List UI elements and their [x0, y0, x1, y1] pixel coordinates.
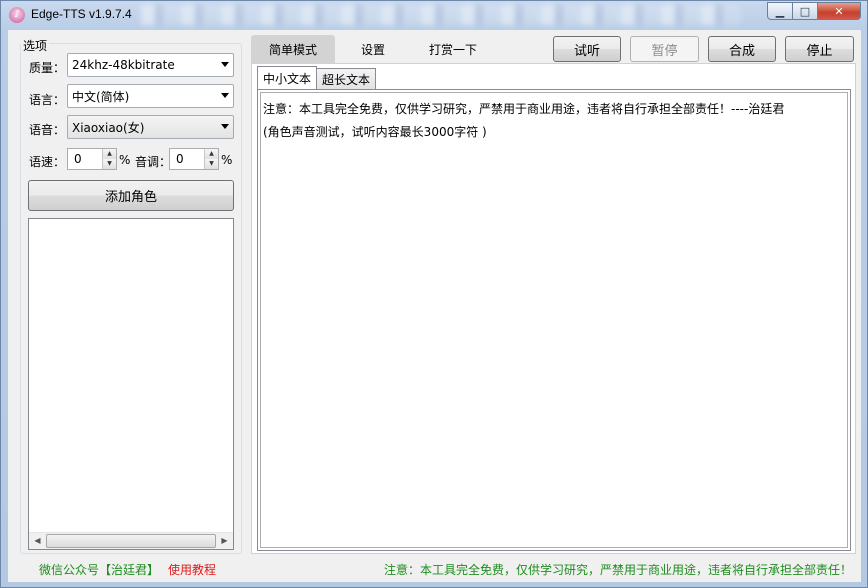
options-group-label: 选项: [21, 37, 50, 54]
synthesize-button[interactable]: 合成: [708, 36, 776, 62]
voice-label: 语音：: [29, 123, 66, 137]
role-listbox[interactable]: ◀ ▶: [28, 218, 234, 550]
short-text-page: 注意：本工具完全免费，仅供学习研究，严禁用于商业用途，违者将自行承担全部责任！-…: [257, 89, 851, 551]
title-bar[interactable]: ♪ Edge-TTS v1.9.7.4 ▁ □ ✕: [1, 1, 867, 29]
preview-button[interactable]: 试听: [553, 36, 621, 62]
scrollbar-thumb[interactable]: [46, 534, 216, 548]
tab-short-text[interactable]: 中小文本: [257, 66, 318, 89]
preview-label: 试听: [573, 43, 600, 59]
rate-value: 0: [74, 152, 82, 166]
window-title: Edge-TTS v1.9.7.4: [31, 7, 132, 21]
language-select[interactable]: 中文(简体): [67, 84, 234, 108]
horizontal-scrollbar[interactable]: ◀ ▶: [29, 532, 233, 549]
tab-settings[interactable]: 设置: [343, 35, 403, 63]
synthesize-label: 合成: [728, 43, 755, 59]
client-area: 选项 质量： 24khz-48kbitrate 语言： 中文(简体) 语音： X…: [8, 30, 861, 582]
tab-donate[interactable]: 打赏一下: [411, 35, 495, 63]
voice-value: Xiaoxiao(女): [72, 120, 145, 135]
pause-label: 暂停: [651, 43, 678, 59]
maximize-button[interactable]: □: [792, 2, 818, 20]
minimize-icon: ▁: [775, 4, 785, 18]
top-tab-strip: 简单模式 设置 打赏一下: [251, 35, 503, 63]
quality-label: 质量：: [29, 61, 66, 75]
voice-select[interactable]: Xiaoxiao(女): [67, 115, 234, 139]
pitch-label: 音调：: [135, 155, 172, 169]
app-logo-icon: ♪: [9, 7, 25, 23]
language-value: 中文(简体): [72, 89, 130, 104]
scroll-left-icon[interactable]: ◀: [29, 533, 46, 549]
chevron-down-icon: [221, 62, 229, 67]
maximize-icon: □: [799, 4, 811, 18]
text-tab-strip: 中小文本 超长文本: [257, 66, 377, 89]
chevron-down-icon: [221, 93, 229, 98]
text-editor[interactable]: 注意：本工具完全免费，仅供学习研究，严禁用于商业用途，违者将自行承担全部责任！-…: [260, 92, 848, 548]
spin-up-icon[interactable]: ▲: [102, 149, 116, 159]
minimize-button[interactable]: ▁: [767, 2, 793, 20]
add-role-button[interactable]: 添加角色: [28, 180, 234, 211]
rate-spinner[interactable]: 0 ▲ ▼: [67, 148, 117, 170]
pitch-spinner[interactable]: 0 ▲ ▼: [169, 148, 219, 170]
quality-select[interactable]: 24khz-48kbitrate: [67, 53, 234, 77]
chevron-down-icon: [221, 124, 229, 129]
disclaimer-label: 注意：本工具完全免费，仅供学习研究，严禁用于商业用途，违者将自行承担全部责任！: [383, 563, 852, 577]
pitch-value: 0: [176, 152, 184, 166]
wechat-account-label: 微信公众号【治廷君】: [39, 563, 160, 577]
rate-label: 语速：: [29, 155, 66, 169]
spin-up-icon[interactable]: ▲: [204, 149, 218, 159]
pause-button[interactable]: 暂停: [630, 36, 699, 62]
editor-line: (角色声音测试，试听内容最长3000字符 ): [263, 125, 487, 139]
title-bar-blur: [141, 5, 741, 25]
rate-unit: %: [119, 153, 131, 167]
scroll-right-icon[interactable]: ▶: [216, 533, 233, 549]
stop-button[interactable]: 停止: [785, 36, 854, 62]
add-role-label: 添加角色: [104, 190, 157, 205]
window-controls: ▁ □ ✕: [767, 2, 861, 20]
tab-simple-mode[interactable]: 简单模式: [251, 35, 336, 63]
tutorial-link[interactable]: 使用教程: [168, 561, 216, 578]
stop-label: 停止: [806, 43, 833, 59]
tab-long-text[interactable]: 超长文本: [316, 68, 377, 89]
close-icon: ✕: [834, 4, 844, 18]
spin-down-icon[interactable]: ▼: [204, 159, 218, 169]
quality-value: 24khz-48kbitrate: [72, 58, 175, 72]
spin-down-icon[interactable]: ▼: [102, 159, 116, 169]
simple-mode-panel: 中小文本 超长文本 注意：本工具完全免费，仅供学习研究，严禁用于商业用途，违者将…: [251, 63, 856, 554]
editor-line: 注意：本工具完全免费，仅供学习研究，严禁用于商业用途，违者将自行承担全部责任！-…: [263, 102, 785, 116]
pitch-unit: %: [221, 153, 233, 167]
close-button[interactable]: ✕: [817, 2, 861, 20]
language-label: 语言：: [29, 93, 66, 107]
app-window: ♪ Edge-TTS v1.9.7.4 ▁ □ ✕ 选项 质量： 24khz-4…: [0, 0, 868, 588]
